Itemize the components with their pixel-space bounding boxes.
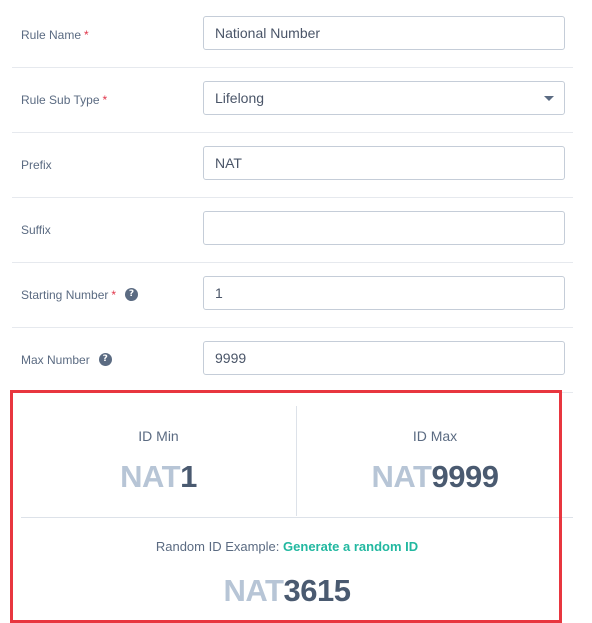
- prefix-input[interactable]: [203, 146, 565, 180]
- max-number-row: Max Number ?: [12, 327, 573, 393]
- highlight-box: [10, 390, 562, 623]
- suffix-input[interactable]: [203, 211, 565, 245]
- starting-number-row: Starting Number * ?: [12, 262, 573, 328]
- rule-sub-type-selected-value: Lifelong: [215, 90, 265, 106]
- caret-down-icon: [544, 96, 554, 101]
- prefix-label: Prefix: [21, 132, 52, 197]
- max-number-label-text: Max Number: [21, 352, 90, 367]
- starting-number-label: Starting Number * ?: [21, 262, 139, 327]
- question-circle-icon[interactable]: ?: [98, 353, 112, 366]
- max-number-label: Max Number ?: [21, 327, 112, 392]
- suffix-label-text: Suffix: [21, 222, 51, 237]
- rule-sub-type-label-text: Rule Sub Type: [21, 92, 100, 107]
- suffix-label: Suffix: [21, 197, 51, 262]
- prefix-row: Prefix: [12, 132, 573, 198]
- starting-number-input[interactable]: [203, 276, 565, 310]
- required-marker: *: [84, 27, 89, 42]
- rule-name-row: Rule Name *: [12, 2, 573, 68]
- max-number-input[interactable]: [203, 341, 565, 375]
- prefix-label-text: Prefix: [21, 157, 52, 172]
- rule-sub-type-row: Rule Sub Type * Lifelong: [12, 67, 573, 133]
- question-circle-icon[interactable]: ?: [125, 288, 139, 301]
- suffix-row: Suffix: [12, 197, 573, 263]
- rule-sub-type-select[interactable]: Lifelong: [203, 81, 565, 115]
- required-marker: *: [102, 92, 108, 107]
- rule-name-input[interactable]: [203, 16, 565, 50]
- starting-number-label-text: Starting Number: [21, 287, 109, 302]
- rule-name-label-text: Rule Name: [21, 27, 82, 42]
- rule-name-label: Rule Name *: [21, 2, 89, 67]
- rule-sub-type-label: Rule Sub Type *: [21, 67, 107, 132]
- required-marker: *: [111, 287, 117, 302]
